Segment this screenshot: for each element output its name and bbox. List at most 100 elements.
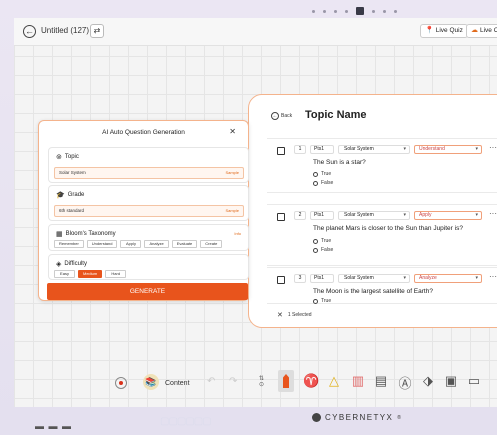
content-icon[interactable]: 📚	[143, 374, 159, 390]
checkbox-icon[interactable]	[277, 147, 285, 155]
option[interactable]: True	[313, 171, 331, 177]
bloom-option-create[interactable]: Create	[200, 240, 223, 248]
points-field[interactable]: Pts1	[310, 274, 334, 283]
option[interactable]: True	[313, 298, 331, 304]
topic-sample-link[interactable]: Sample	[225, 168, 239, 178]
radio-icon	[313, 180, 318, 186]
more-icon[interactable]: ···	[489, 143, 497, 152]
bloom-select[interactable]: Apply	[414, 211, 482, 220]
fill-icon[interactable]: ⬗	[420, 373, 436, 389]
topic-label: ⊚ Topic	[56, 153, 79, 161]
text-icon[interactable]: Ⓐ	[397, 373, 413, 392]
bloom-option-evaluate[interactable]: Evaluate	[171, 240, 198, 248]
option[interactable]: True	[313, 238, 331, 244]
checkbox-icon[interactable]	[277, 213, 285, 221]
pin-icon: 📍	[425, 27, 434, 34]
bloom-select[interactable]: Understand	[414, 145, 482, 154]
difficulty-option-medium[interactable]: Medium	[78, 270, 103, 278]
document-title[interactable]: Untitled (127)	[41, 26, 89, 35]
radio-icon	[313, 238, 318, 244]
difficulty-options: Easy Medium Hard	[54, 270, 127, 278]
close-icon[interactable]: ✕	[229, 127, 236, 136]
option-label: False	[321, 180, 334, 186]
radio-icon	[313, 247, 318, 253]
generate-button[interactable]: GENERATE	[47, 283, 248, 300]
shape-icon[interactable]: △	[326, 373, 342, 389]
back-icon[interactable]: ←	[23, 25, 36, 38]
eraser-icon[interactable]: ▥	[350, 373, 366, 389]
calculator-icon[interactable]: ▣	[443, 373, 459, 389]
bloom-select[interactable]: Analyze	[414, 274, 482, 283]
option-label: True	[321, 298, 332, 304]
page-dot[interactable]	[372, 9, 375, 13]
bloom-label: ▦ Bloom's Taxonomy	[56, 230, 116, 238]
swap-icon[interactable]: ⇄	[90, 24, 104, 38]
highlighter-icon[interactable]: ♈	[303, 373, 319, 389]
difficulty-icon: ◈	[56, 261, 62, 268]
points-field[interactable]: Pts1	[310, 145, 334, 154]
brand-registered: ®	[397, 414, 403, 421]
bloom-info-link[interactable]: Info	[234, 231, 241, 236]
page-dot[interactable]	[345, 9, 348, 13]
radio-icon	[313, 171, 318, 177]
option-label: True	[321, 238, 332, 244]
selection-bar: ✕ 1 Selected	[267, 306, 497, 324]
more-icon[interactable]: ···	[489, 209, 497, 218]
grade-label-text: Grade	[67, 192, 85, 198]
grade-value: 6th standard	[59, 208, 85, 213]
topic-input[interactable]: Solar System Sample	[54, 167, 244, 179]
question-item: 2 Pts1 Solar System Apply ··· The planet…	[267, 204, 497, 266]
more-icon[interactable]: ···	[489, 272, 497, 281]
record-icon[interactable]	[115, 377, 127, 389]
topic-select[interactable]: Solar System	[338, 145, 410, 154]
question-text[interactable]: The Sun is a star?	[313, 159, 366, 166]
page-dot[interactable]	[323, 9, 326, 13]
topic-title: Topic Name	[305, 109, 367, 121]
page-dot[interactable]	[383, 9, 386, 13]
topic-select[interactable]: Solar System	[338, 274, 410, 283]
bloom-option-apply[interactable]: Apply	[120, 240, 142, 248]
brand-logo: CYBERNETYX ®	[312, 413, 402, 422]
move-icon[interactable]: ⇅ ⊙	[259, 376, 264, 388]
bloom-section: ▦ Bloom's Taxonomy Info Remember Understa…	[48, 224, 249, 251]
extra-tool-icon[interactable]: ▭	[466, 373, 482, 389]
back-icon: ←	[271, 112, 279, 120]
page-dot[interactable]	[312, 9, 315, 13]
page-dot[interactable]	[334, 9, 337, 13]
redo-icon[interactable]: ↷	[229, 376, 237, 387]
option[interactable]: False	[313, 247, 333, 253]
topic-icon: ⊚	[56, 154, 62, 161]
difficulty-option-hard[interactable]: Hard	[105, 270, 127, 278]
dialog-title: AI Auto Question Generation	[102, 129, 185, 136]
content-label[interactable]: Content	[165, 380, 190, 387]
page-dot[interactable]	[394, 9, 397, 13]
page-dot-active[interactable]	[356, 7, 364, 15]
close-selection-icon[interactable]: ✕	[277, 311, 283, 319]
bloom-option-understand[interactable]: Understand	[86, 240, 118, 248]
grade-sample-link[interactable]: Sample	[225, 206, 239, 216]
live-quiz-button[interactable]: 📍 Live Quiz	[420, 24, 468, 38]
pen-icon[interactable]	[278, 370, 294, 392]
question-text[interactable]: The Moon is the largest satellite of Ear…	[313, 288, 433, 295]
difficulty-option-easy[interactable]: Easy	[54, 270, 75, 278]
points-field[interactable]: Pts1	[310, 211, 334, 220]
radio-icon	[313, 298, 318, 304]
topic-back-button[interactable]: ← Back	[271, 112, 292, 120]
bloom-options: Remember Understand Apply Analyze Evalua…	[54, 240, 223, 248]
grade-input[interactable]: 6th standard Sample	[54, 205, 244, 217]
undo-icon[interactable]: ↶	[207, 376, 215, 387]
bloom-option-remember[interactable]: Remember	[54, 240, 84, 248]
question-text[interactable]: The planet Mars is closer to the Sun tha…	[313, 225, 463, 232]
bloom-label-text: Bloom's Taxonomy	[65, 231, 116, 237]
checkbox-icon[interactable]	[277, 276, 285, 284]
difficulty-label: ◈ Difficulty	[56, 260, 87, 268]
topic-select[interactable]: Solar System	[338, 211, 410, 220]
topic-value: Solar System	[59, 170, 86, 175]
live-quiz-label: Live Quiz	[435, 27, 463, 34]
question-number: 2	[294, 211, 306, 220]
option[interactable]: False	[313, 180, 333, 186]
bloom-option-analyze[interactable]: Analyze	[144, 240, 169, 248]
ruler-icon[interactable]: ▤	[373, 373, 389, 389]
live-c-button[interactable]: ☁ Live C	[466, 24, 497, 38]
question-item: 1 Pts1 Solar System Understand ··· The S…	[267, 138, 497, 193]
